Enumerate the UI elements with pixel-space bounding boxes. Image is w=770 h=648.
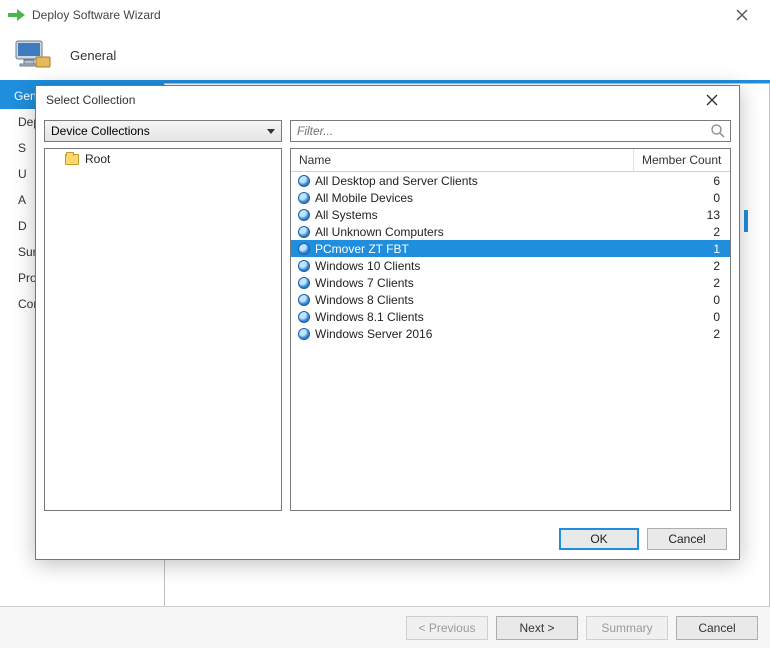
row-name: Windows 7 Clients xyxy=(315,276,644,290)
collection-row[interactable]: Windows 8 Clients0 xyxy=(291,291,730,308)
dialog-toolbar: Device Collections xyxy=(36,114,739,148)
collection-row[interactable]: All Unknown Computers2 xyxy=(291,223,730,240)
list-body[interactable]: All Desktop and Server Clients6All Mobil… xyxy=(291,172,730,510)
collection-icon xyxy=(297,174,311,188)
tree-item-label: Root xyxy=(85,152,110,166)
collection-tree[interactable]: Root xyxy=(44,148,282,511)
row-name: Windows Server 2016 xyxy=(315,327,644,341)
search-icon[interactable] xyxy=(710,123,726,139)
ok-button[interactable]: OK xyxy=(559,528,639,550)
wizard-close-button[interactable] xyxy=(722,1,762,29)
content-scroll-indicator xyxy=(744,210,748,232)
row-name: Windows 8.1 Clients xyxy=(315,310,644,324)
collection-row[interactable]: All Mobile Devices0 xyxy=(291,189,730,206)
wizard-title: Deploy Software Wizard xyxy=(32,8,161,22)
row-name: PCmover ZT FBT xyxy=(315,242,644,256)
row-count: 0 xyxy=(644,191,730,205)
row-name: All Unknown Computers xyxy=(315,225,644,239)
summary-button: Summary xyxy=(586,616,668,640)
collection-icon xyxy=(297,242,311,256)
wizard-cancel-button[interactable]: Cancel xyxy=(676,616,758,640)
row-count: 2 xyxy=(644,327,730,341)
wizard-header: General xyxy=(0,30,770,80)
collection-row[interactable]: Windows Server 20162 xyxy=(291,325,730,342)
collection-icon xyxy=(297,191,311,205)
row-count: 2 xyxy=(644,276,730,290)
select-collection-dialog: Select Collection Device Collections Roo… xyxy=(35,85,740,560)
wizard-page-title: General xyxy=(70,48,116,63)
deploy-arrow-icon xyxy=(8,8,26,22)
collection-icon xyxy=(297,310,311,324)
collection-icon xyxy=(297,293,311,307)
row-count: 2 xyxy=(644,259,730,273)
dialog-cancel-button[interactable]: Cancel xyxy=(647,528,727,550)
row-name: All Systems xyxy=(315,208,644,222)
filter-field[interactable] xyxy=(290,120,731,142)
row-count: 1 xyxy=(644,242,730,256)
computer-icon xyxy=(14,39,52,71)
collection-icon xyxy=(297,276,311,290)
collection-row[interactable]: Windows 10 Clients2 xyxy=(291,257,730,274)
collection-type-combo[interactable]: Device Collections xyxy=(44,120,282,142)
next-button[interactable]: Next > xyxy=(496,616,578,640)
row-name: All Mobile Devices xyxy=(315,191,644,205)
combo-value: Device Collections xyxy=(51,124,150,138)
row-name: All Desktop and Server Clients xyxy=(315,174,644,188)
collection-list: Name Member Count All Desktop and Server… xyxy=(290,148,731,511)
row-count: 2 xyxy=(644,225,730,239)
row-name: Windows 8 Clients xyxy=(315,293,644,307)
collection-icon xyxy=(297,208,311,222)
column-name[interactable]: Name xyxy=(291,149,634,171)
filter-input[interactable] xyxy=(291,121,706,141)
collection-row[interactable]: All Systems13 xyxy=(291,206,730,223)
collection-row[interactable]: Windows 8.1 Clients0 xyxy=(291,308,730,325)
folder-icon xyxy=(65,154,79,165)
collection-icon xyxy=(297,327,311,341)
list-header[interactable]: Name Member Count xyxy=(291,149,730,172)
previous-button: < Previous xyxy=(406,616,488,640)
tree-root-item[interactable]: Root xyxy=(45,149,281,169)
dialog-titlebar: Select Collection xyxy=(36,86,739,114)
collection-row[interactable]: Windows 7 Clients2 xyxy=(291,274,730,291)
dialog-footer: OK Cancel xyxy=(36,519,739,559)
dialog-title: Select Collection xyxy=(46,93,135,107)
dialog-close-button[interactable] xyxy=(695,88,729,112)
row-count: 0 xyxy=(644,293,730,307)
collection-row[interactable]: PCmover ZT FBT1 xyxy=(291,240,730,257)
collection-icon xyxy=(297,259,311,273)
row-count: 6 xyxy=(644,174,730,188)
row-count: 0 xyxy=(644,310,730,324)
row-name: Windows 10 Clients xyxy=(315,259,644,273)
wizard-titlebar: Deploy Software Wizard xyxy=(0,0,770,30)
row-count: 13 xyxy=(644,208,730,222)
column-member-count[interactable]: Member Count xyxy=(634,149,730,171)
collection-row[interactable]: All Desktop and Server Clients6 xyxy=(291,172,730,189)
collection-icon xyxy=(297,225,311,239)
wizard-footer: < Previous Next > Summary Cancel xyxy=(0,606,770,648)
